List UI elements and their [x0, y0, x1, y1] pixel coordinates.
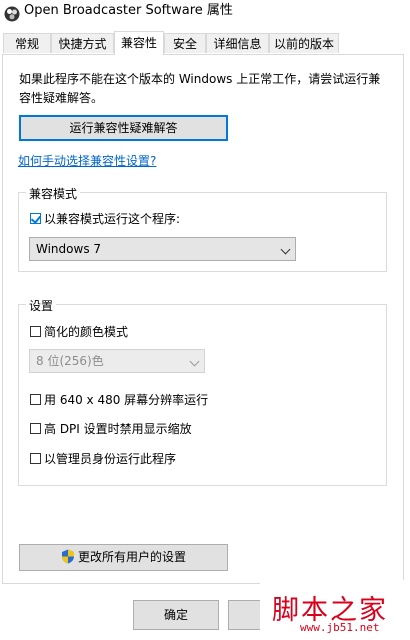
tab-compatibility[interactable]: 兼容性 [114, 31, 164, 55]
tab-security[interactable]: 安全 [164, 33, 206, 53]
manual-compat-link[interactable]: 如何手动选择兼容性设置? [18, 152, 156, 169]
res-640-label: 用 640 x 480 屏幕分辨率运行 [44, 393, 209, 407]
tab-details[interactable]: 详细信息 [206, 33, 269, 53]
res-640-row[interactable]: 用 640 x 480 屏幕分辨率运行 [30, 391, 208, 408]
chevron-down-icon [280, 244, 291, 255]
change-all-users-button[interactable]: 更改所有用户的设置 [19, 544, 228, 571]
reduced-color-label: 简化的颜色模式 [44, 325, 129, 339]
title-bar: Open Broadcaster Software 属性 [0, 0, 410, 30]
site-watermark: 脚本之家 www.jb51.net [260, 580, 410, 640]
compat-mode-checkbox-row[interactable]: 以兼容模式运行这个程序: [30, 210, 180, 227]
run-as-admin-row[interactable]: 以管理员身份运行此程序 [30, 450, 176, 467]
obs-app-icon [4, 6, 20, 22]
tab-previous-versions[interactable]: 以前的版本 [269, 33, 339, 53]
run-troubleshooter-button[interactable]: 运行兼容性疑难解答 [19, 115, 228, 141]
reduced-color-checkbox[interactable] [30, 326, 41, 337]
run-as-admin-checkbox[interactable] [30, 453, 41, 464]
tab-general[interactable]: 常规 [3, 33, 51, 53]
tab-shortcut[interactable]: 快捷方式 [51, 33, 114, 53]
ok-button[interactable]: 确定 [133, 600, 219, 630]
high-dpi-label: 高 DPI 设置时禁用显示缩放 [44, 422, 192, 436]
intro-text: 如果此程序不能在这个版本的 Windows 上正常工作，请尝试运行兼容性疑难解答… [19, 72, 381, 105]
high-dpi-row[interactable]: 高 DPI 设置时禁用显示缩放 [30, 420, 192, 437]
compat-mode-checkbox-label: 以兼容模式运行这个程序: [44, 212, 181, 226]
high-dpi-checkbox[interactable] [30, 423, 41, 434]
res-640-checkbox[interactable] [30, 394, 41, 405]
chevron-down-icon [189, 356, 200, 367]
change-all-users-label: 更改所有用户的设置 [77, 550, 186, 564]
run-as-admin-label: 以管理员身份运行此程序 [44, 452, 177, 466]
compat-mode-checkbox[interactable] [30, 213, 41, 224]
uac-shield-icon [61, 549, 74, 564]
window-title: Open Broadcaster Software 属性 [24, 3, 233, 18]
os-version-value: Windows 7 [36, 242, 102, 256]
os-version-select[interactable]: Windows 7 [29, 237, 296, 261]
color-depth-select[interactable]: 8 位(256)色 [29, 349, 205, 373]
color-depth-value: 8 位(256)色 [36, 354, 104, 368]
tab-strip: 常规 快捷方式 兼容性 安全 详细信息 以前的版本 [0, 31, 410, 55]
compat-mode-group-title: 兼容模式 [26, 185, 81, 202]
watermark-url: www.jb51.net [300, 621, 380, 634]
settings-group-title: 设置 [26, 297, 57, 314]
reduced-color-row[interactable]: 简化的颜色模式 [30, 323, 128, 340]
